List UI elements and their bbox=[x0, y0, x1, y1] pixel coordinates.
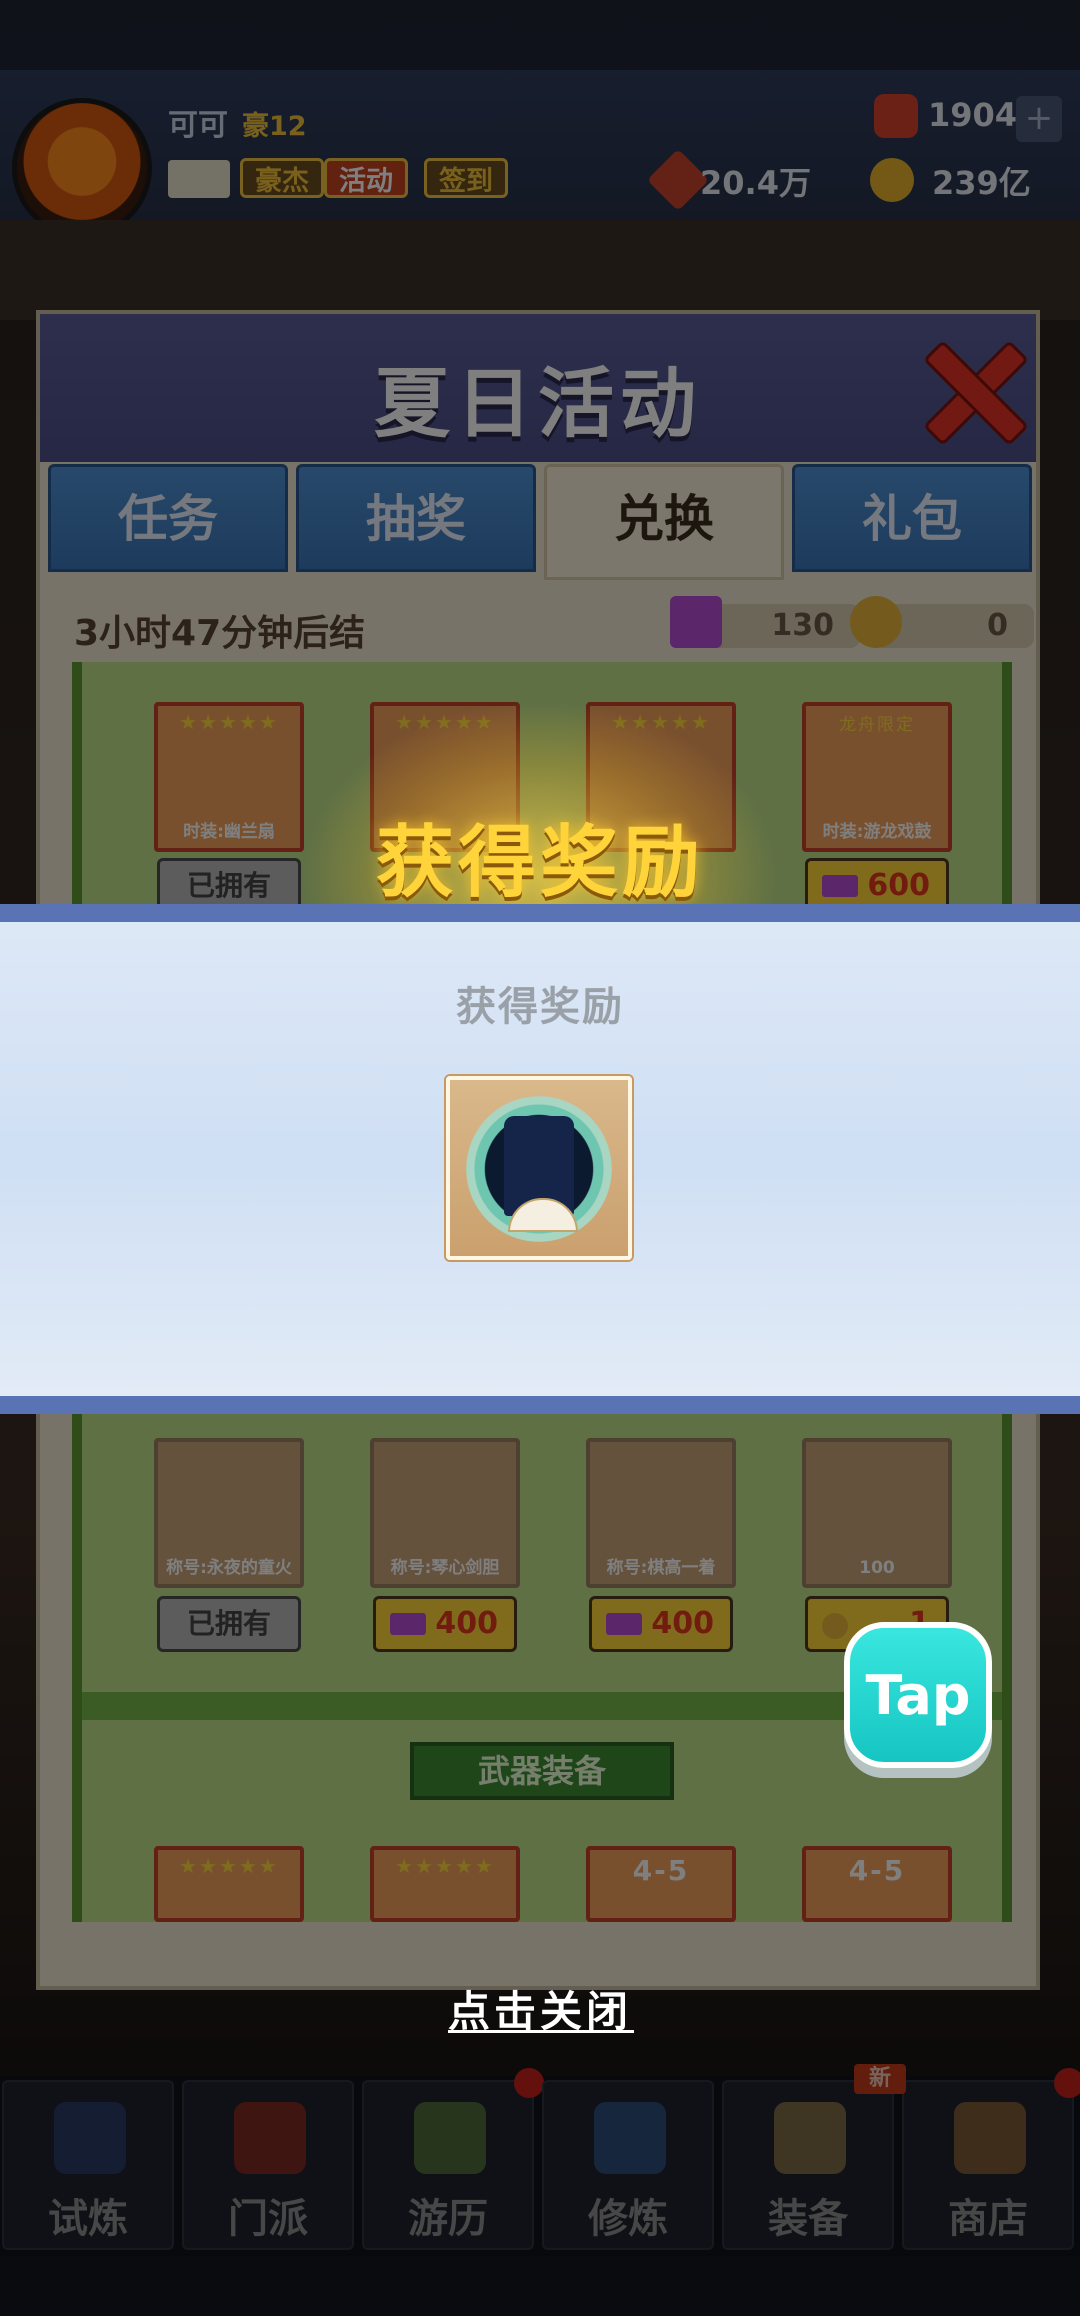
taptap-label: Tap bbox=[865, 1664, 971, 1727]
reward-heading: 获得奖励 bbox=[456, 984, 624, 1030]
taptap-float-button[interactable]: Tap bbox=[844, 1622, 992, 1768]
tap-to-close-underline bbox=[448, 2030, 634, 2033]
reward-popup: 获得奖励 bbox=[0, 904, 1080, 1414]
reward-banner-title: 获得奖励 bbox=[375, 818, 704, 908]
reward-item[interactable] bbox=[446, 1076, 632, 1260]
